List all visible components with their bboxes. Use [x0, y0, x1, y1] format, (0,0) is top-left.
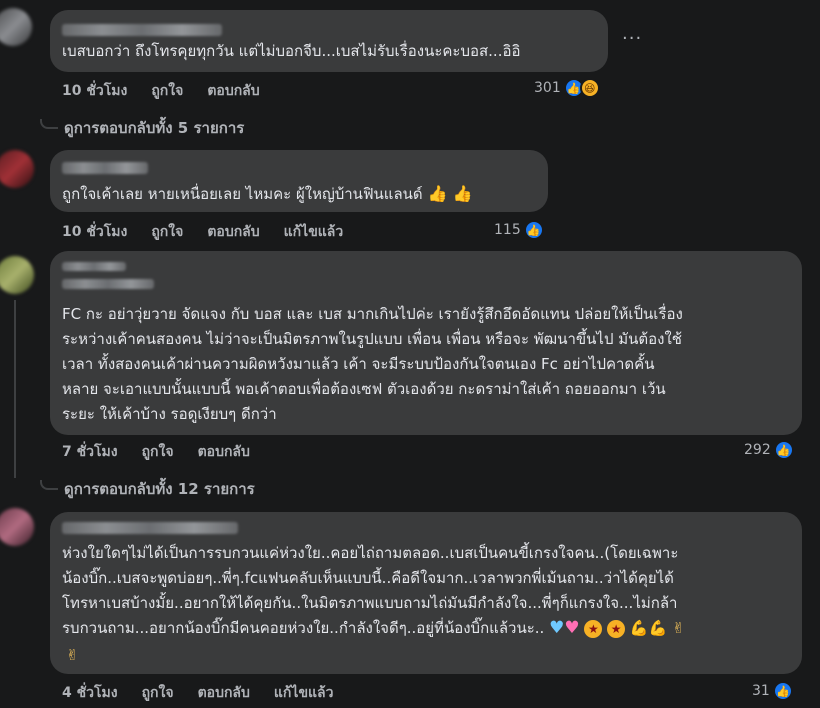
avatar[interactable] — [0, 256, 34, 294]
thread-line — [14, 300, 16, 478]
view-replies-link[interactable]: ดูการตอบกลับทั้ง 5 รายการ — [40, 116, 244, 140]
timestamp[interactable]: 10 ชั่วโมง — [62, 80, 127, 102]
flexed-biceps-emoji: 💪 — [629, 619, 649, 637]
like-icon: 👍 — [772, 681, 793, 701]
comment-text-line: เวลา ทั้งสองคนเค้าผ่านความผิดหวังมาแล้ว … — [62, 355, 655, 373]
comment-bubble: ถูกใจเค้าเลย หายเหนื่อยเลย ไหมคะ ผู้ใหญ่… — [50, 150, 548, 212]
reply-button[interactable]: ตอบกลับ — [207, 221, 259, 243]
like-button[interactable]: ถูกใจ — [142, 441, 174, 463]
comment-actions: 7 ชั่วโมง ถูกใจ ตอบกลับ — [62, 441, 274, 463]
pink-heart-emoji: ♥ — [564, 618, 580, 638]
star-struck-emoji: ★ — [584, 620, 603, 638]
reaction-summary[interactable]: 115 👍 — [494, 220, 544, 240]
thread-connector — [40, 480, 58, 490]
comment-text-line: ระยะ ให้เค้าบ้าง รอดูเงียบๆ ดีกว่า — [62, 405, 277, 423]
reaction-count: 31 — [752, 683, 770, 699]
author-name-blurred[interactable] — [62, 162, 148, 174]
edited-label[interactable]: แก้ไขแล้ว — [284, 221, 344, 243]
avatar[interactable] — [0, 508, 34, 546]
comment-text: เบสบอกว่า ถึงโทรคุยทุกวัน แต่ไม่บอกจีบ..… — [62, 42, 521, 60]
reaction-count: 115 — [494, 222, 521, 238]
reply-button[interactable]: ตอบกลับ — [198, 441, 250, 463]
reply-button[interactable]: ตอบกลับ — [198, 682, 250, 704]
star-struck-emoji: ★ — [607, 620, 626, 638]
timestamp[interactable]: 4 ชั่วโมง — [62, 682, 118, 704]
blue-heart-emoji: ♥ — [549, 618, 565, 638]
comment-text-line: หลาย จะเอาแบบนั้นแบบนี้ พอเค้าตอบเพื่อต้… — [62, 380, 666, 398]
comment-actions: 10 ชั่วโมง ถูกใจ ตอบกลับ — [62, 80, 284, 102]
reaction-count: 292 — [744, 442, 771, 458]
reaction-summary[interactable]: 31 👍 — [752, 681, 793, 701]
avatar[interactable] — [0, 150, 34, 188]
like-button[interactable]: ถูกใจ — [151, 80, 183, 102]
haha-icon: 😆 — [579, 78, 600, 98]
comment-text-line: FC กะ อย่าวุ่ยวาย จัดแจง กับ บอส และ เบส… — [62, 305, 683, 323]
comment-text-line: ห่วงใยใดๆไม่ได้เป็นการรบกวนแค่ห่วงใย..คอ… — [62, 544, 679, 562]
more-options-icon[interactable]: ··· — [622, 28, 642, 49]
thread-connector — [40, 119, 58, 129]
author-name-blurred[interactable] — [62, 24, 222, 36]
view-replies-label: ดูการตอบกลับทั้ง 5 รายการ — [64, 119, 245, 137]
comment-bubble: เบสบอกว่า ถึงโทรคุยทุกวัน แต่ไม่บอกจีบ..… — [50, 10, 608, 72]
like-icon: 👍 — [773, 440, 794, 460]
timestamp[interactable]: 7 ชั่วโมง — [62, 441, 118, 463]
view-replies-link[interactable]: ดูการตอบกลับทั้ง 12 รายการ — [40, 477, 255, 501]
edited-label[interactable]: แก้ไขแล้ว — [274, 682, 334, 704]
comment-bubble: FC กะ อย่าวุ่ยวาย จัดแจง กับ บอส และ เบส… — [50, 251, 802, 435]
victory-hand-emoji: ✌ — [672, 619, 685, 637]
reply-button[interactable]: ตอบกลับ — [207, 80, 259, 102]
reaction-summary[interactable]: 292 👍 — [744, 440, 794, 460]
comment-text-line: ระหว่างเค้าคนสองคน ไม่ว่าจะเป็นมิตรภาพใน… — [62, 330, 682, 348]
author-name-blurred[interactable] — [62, 262, 126, 271]
comment-text-line: รบกวนถาม...อยากน้องบิ๊กมีคนคอยห่วงใย..กำ… — [62, 617, 685, 639]
like-icon: 👍 — [523, 220, 544, 240]
reaction-summary[interactable]: 301 👍 😆 — [534, 78, 600, 98]
timestamp[interactable]: 10 ชั่วโมง — [62, 221, 127, 243]
like-button[interactable]: ถูกใจ — [151, 221, 183, 243]
comment-text: ถูกใจเค้าเลย หายเหนื่อยเลย ไหมคะ ผู้ใหญ่… — [62, 183, 472, 205]
comment-text-line: โทรหาเบสบ้างมั้ย..อยากให้ได้คุยกัน..ในมิ… — [62, 594, 678, 612]
avatar[interactable] — [0, 8, 32, 46]
thumbs-up-emoji: 👍 👍 — [427, 184, 473, 203]
reaction-count: 301 — [534, 80, 561, 96]
comment-text-line: น้องบิ๊ก..เบสจะพูดบ่อยๆ..พี่ๆ.fcแฟนคลับเ… — [62, 569, 674, 587]
comment-actions: 10 ชั่วโมง ถูกใจ ตอบกลับ แก้ไขแล้ว — [62, 221, 367, 243]
comment-text-body: ถูกใจเค้าเลย หายเหนื่อยเลย ไหมคะ ผู้ใหญ่… — [62, 185, 423, 203]
author-name-blurred[interactable] — [62, 522, 238, 534]
flexed-biceps-emoji: 💪 — [648, 619, 668, 637]
like-button[interactable]: ถูกใจ — [142, 682, 174, 704]
victory-hand-emoji: ✌ — [66, 646, 79, 664]
comment-actions: 4 ชั่วโมง ถูกใจ ตอบกลับ แก้ไขแล้ว — [62, 682, 357, 704]
author-name-blurred[interactable] — [62, 279, 154, 289]
comment-text-body: รบกวนถาม...อยากน้องบิ๊กมีคนคอยห่วงใย..กำ… — [62, 619, 545, 637]
comment-bubble: ห่วงใยใดๆไม่ได้เป็นการรบกวนแค่ห่วงใย..คอ… — [50, 512, 802, 674]
view-replies-label: ดูการตอบกลับทั้ง 12 รายการ — [64, 480, 255, 498]
